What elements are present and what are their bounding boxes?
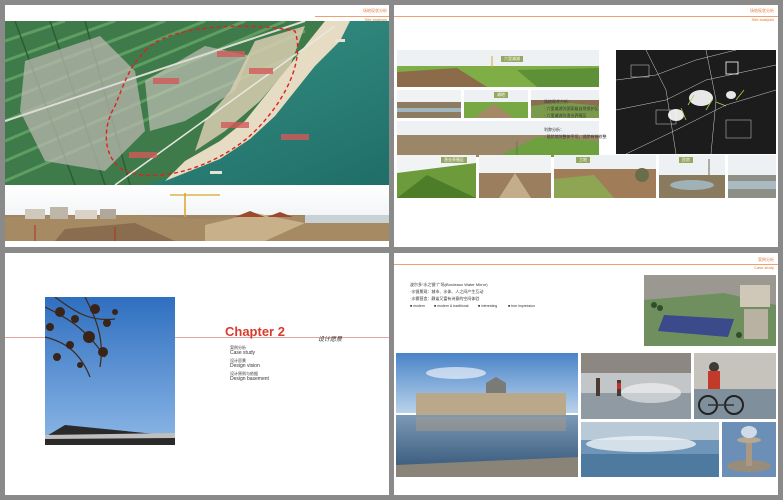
case-photo-aerial-art [644, 275, 776, 346]
keyword-list: ■ modern ■ modern & traditional ■ intere… [410, 303, 570, 309]
case-desc-1: ·水镜景观：城市、水体、人之间产生互动 [410, 289, 484, 294]
label-tag-2 [249, 68, 273, 74]
page-chapter: Chapter 2 设计愿景 案例分析 Case study 设计愿景 Desi… [5, 253, 389, 495]
case-photo-mist-water [581, 422, 719, 477]
aerial-photo-art [5, 21, 389, 185]
chapter-photo [45, 297, 175, 445]
caption-2: 滩地 [494, 92, 508, 98]
site-photo-7 [479, 155, 551, 198]
aerial-photo [5, 21, 389, 185]
case-photo-mirror-art [396, 353, 578, 477]
keyword-1: ■ modern [410, 304, 425, 308]
analysis-notes: 场地现状分析： · 六里滩湖为国家级自然保护区 · 六里滩湖为渔业养殖区 利弊分… [544, 99, 607, 139]
site-photo-1-art [397, 50, 599, 87]
case-title: 波尔多“水之镜”广场(Bordeaux Water Mirror) [410, 282, 488, 287]
label-tag-5 [281, 134, 309, 140]
keyword-2: ■ modern & traditional [434, 304, 469, 308]
header-cn: 场地现状分析 [363, 8, 387, 13]
caption-1: 六里滩湖 [501, 56, 523, 62]
panorama-photo-art [5, 185, 389, 241]
caption-4: 工地 [576, 157, 590, 163]
site-plan-map-art [616, 50, 776, 154]
site-photo-6: 渔业养殖区 [397, 155, 476, 198]
case-desc-2: ·水雾营造：静谧又富有诗意的空间体验 [410, 296, 480, 301]
case-photo-fountain [722, 422, 776, 477]
keyword-4: ■ true impression [508, 304, 536, 308]
site-photo-8-art [554, 155, 656, 198]
case-photo-mist-people-art [581, 353, 691, 419]
page-case-study: 案例分析 Case study 波尔多“水之镜”广场(Bordeaux Wate… [394, 253, 778, 495]
caption-5: 民房 [679, 157, 693, 163]
page-site-aerial: 场地现状分析 Site analysis [5, 5, 389, 247]
site-photo-2-art [397, 90, 461, 118]
case-photo-fountain-art [722, 422, 776, 477]
site-photo-7-art [479, 155, 551, 198]
chapter-photo-art [45, 297, 175, 445]
case-photo-bike [694, 353, 776, 419]
label-tag-4 [221, 122, 249, 128]
menu-item-2-en: Design vision [230, 363, 260, 369]
chapter-title-cn: 设计愿景 [318, 337, 343, 343]
keyword-3: ■ interesting [478, 304, 498, 308]
label-tag-6 [129, 152, 157, 158]
site-photo-9: 民房 [659, 155, 725, 198]
header-cn: 案例分析 [758, 257, 774, 262]
chapter-title: Chapter 2 [225, 324, 285, 339]
site-photo-3: 滩地 [464, 90, 528, 118]
site-photo-10 [728, 155, 776, 198]
caption-3: 渔业养殖区 [441, 157, 467, 163]
case-photo-mist-people [581, 353, 691, 419]
header-line [394, 264, 778, 265]
header-line [394, 16, 778, 17]
site-photo-1: 六里滩湖 [397, 50, 599, 87]
label-tag-3 [153, 78, 179, 84]
menu-item-3-en: Design basement [230, 376, 269, 382]
case-photo-aerial [644, 275, 776, 346]
panorama-photo [5, 185, 389, 241]
site-photo-10-art [728, 155, 776, 198]
header-en: Site analysis [751, 17, 774, 22]
case-photo-bike-art [694, 353, 776, 419]
menu-item-1-en: Case study [230, 350, 256, 356]
case-photo-mirror [396, 353, 578, 477]
header-en: Case study [753, 265, 774, 270]
page-site-photos: 场地现状分析 Site analysis 六里滩湖 滩地 场地现状分析： · 六… [394, 5, 778, 247]
site-photo-2 [397, 90, 461, 118]
site-plan-map [616, 50, 776, 154]
label-tag-1 [217, 51, 245, 57]
case-photo-mist-water-art [581, 422, 719, 477]
header-cn: 场地现状分析 [750, 8, 774, 13]
site-photo-8: 工地 [554, 155, 656, 198]
